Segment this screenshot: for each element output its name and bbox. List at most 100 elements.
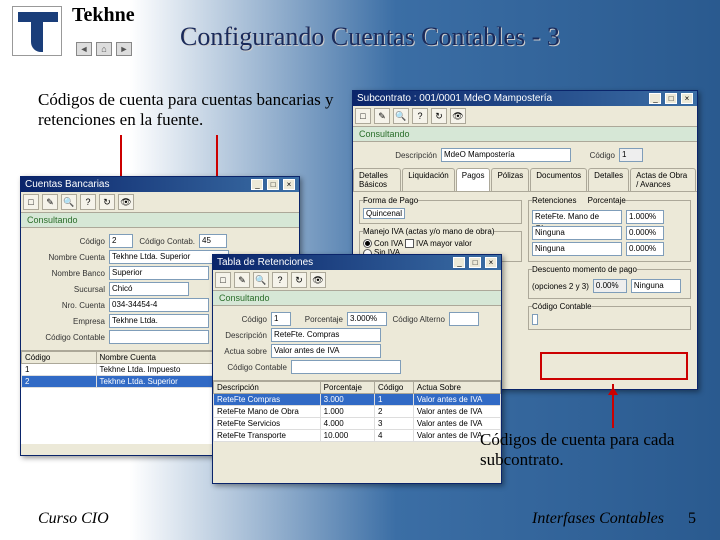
titlebar[interactable]: Subcontrato : 001/0001 MdeO Mampostería … [353,91,697,106]
tool-icon[interactable]: 👁 [118,194,134,210]
tool-icon[interactable]: ✎ [234,272,250,288]
slide-title: Configurando Cuentas Contables - 3 [180,22,560,52]
tab-liquidacion[interactable]: Liquidación [402,168,454,191]
label: Código [27,237,105,246]
company-name: Tekhne [72,4,135,27]
label: Actua sobre [219,347,267,356]
nav-home-icon[interactable]: ⌂ [96,42,112,56]
ret-pct[interactable]: 0.000% [626,226,664,240]
minimize-icon[interactable]: _ [649,93,661,104]
nro-cuenta-field[interactable]: 034-34454-4 [109,298,209,312]
tool-icon[interactable]: ✎ [374,108,390,124]
table-row[interactable]: ReteFte Mano de Obra1.0002Valor antes de… [214,406,501,418]
desc-pct: 0.00% [593,279,627,293]
close-icon[interactable]: × [681,93,693,104]
tool-icon[interactable]: 🔍 [393,108,409,124]
label: Código Contable [27,333,105,342]
tool-icon[interactable]: 🔍 [253,272,269,288]
close-icon[interactable]: × [485,257,497,268]
status-bar: Consultando [353,127,697,142]
porcentaje-field[interactable]: 3.000% [347,312,387,326]
tool-icon[interactable]: □ [23,194,39,210]
tool-icon[interactable]: ? [272,272,288,288]
desc-dropdown[interactable]: Ninguna [631,279,681,293]
titlebar[interactable]: Cuentas Bancarias _ □ × [21,177,299,192]
radio-con-iva[interactable] [363,239,372,248]
ret-pct[interactable]: 1.000% [626,210,664,224]
titlebar[interactable]: Tabla de Retenciones _ □ × [213,255,501,270]
tool-icon[interactable]: 🔍 [61,194,77,210]
actua-field[interactable]: Valor antes de IVA [271,344,381,358]
codigo-field[interactable]: 2 [109,234,133,248]
tab-pagos[interactable]: Pagos [456,168,491,191]
tab-polizas[interactable]: Pólizas [491,168,529,191]
toolbar: □ ✎ 🔍 ? ↻ 👁 [353,106,697,127]
minimize-icon[interactable]: _ [251,179,263,190]
chk-iva-mayor[interactable] [405,239,414,248]
footer-right: Interfases Contables [532,510,664,528]
table-row[interactable]: ReteFte Servicios4.0003Valor antes de IV… [214,418,501,430]
tab-detalles[interactable]: Detalles [588,168,629,191]
maximize-icon[interactable]: □ [665,93,677,104]
tab-detalles-basicos[interactable]: Detalles Básicos [353,168,401,191]
window-title: Tabla de Retenciones [217,257,313,268]
tool-icon[interactable]: ? [412,108,428,124]
tool-icon[interactable]: ↻ [99,194,115,210]
codigo-contable-field[interactable] [109,330,209,344]
col-header[interactable]: Porcentaje [320,382,374,394]
tool-icon[interactable]: ✎ [42,194,58,210]
descripcion-field[interactable]: ReteFte. Compras [271,328,381,342]
nav-next-icon[interactable]: ► [116,42,132,56]
window-title: Subcontrato : 001/0001 MdeO Mampostería [357,93,552,104]
col-header[interactable]: Descripción [214,382,321,394]
tool-icon[interactable]: □ [215,272,231,288]
toolbar: □ ✎ 🔍 ? ↻ 👁 [21,192,299,213]
tool-icon[interactable]: □ [355,108,371,124]
window-title: Cuentas Bancarias [25,179,110,190]
ret-field[interactable]: Ninguna [532,242,622,256]
ret-field[interactable]: Ninguna [532,226,622,240]
forma-pago-field[interactable]: Quincenal [363,208,405,219]
highlight-box [540,352,688,380]
tab-documentos[interactable]: Documentos [530,168,587,191]
col-header[interactable]: Código [22,352,97,364]
tool-icon[interactable]: ? [80,194,96,210]
nombre-banco-field[interactable]: Superior [109,266,209,280]
label: Código Alterno [391,315,445,324]
label: Manejo IVA (actas y/o mano de obra) [363,227,494,236]
codigo-contable-field[interactable] [532,314,538,325]
tool-icon[interactable]: ↻ [291,272,307,288]
retenciones-table[interactable]: Descripción Porcentaje Código Actua Sobr… [213,381,501,442]
label: Nombre Banco [27,269,105,278]
col-header[interactable]: Actua Sobre [413,382,500,394]
codigo-alt-field[interactable] [449,312,479,326]
codigo-contab-field[interactable]: 45 [199,234,227,248]
codigo-field[interactable]: 1 [271,312,291,326]
empresa-field[interactable]: Tekhne Ltda. [109,314,209,328]
label: Descuento momento de pago [532,265,637,274]
minimize-icon[interactable]: _ [453,257,465,268]
toolbar: □ ✎ 🔍 ? ↻ 👁 [213,270,501,291]
tab-actas[interactable]: Actas de Obra / Avances [630,168,696,191]
footer-left: Curso CIO [38,510,109,528]
maximize-icon[interactable]: □ [469,257,481,268]
desc-field[interactable]: MdeO Mampostería [441,148,571,162]
sucursal-field[interactable]: Chicó [109,282,189,296]
label: Código Contable [219,363,287,372]
ret-field[interactable]: ReteFte. Mano de Obra [532,210,622,224]
nav-prev-icon[interactable]: ◄ [76,42,92,56]
codigo-field: 1 [619,148,643,162]
label: Código Contable [532,302,592,311]
tool-icon[interactable]: 👁 [450,108,466,124]
maximize-icon[interactable]: □ [267,179,279,190]
table-row[interactable]: ReteFte Transporte10.0004Valor antes de … [214,430,501,442]
ret-pct[interactable]: 0.000% [626,242,664,256]
tool-icon[interactable]: 👁 [310,272,326,288]
window-buttons: _ □ × [648,93,693,104]
col-header[interactable]: Código [375,382,414,394]
tool-icon[interactable]: ↻ [431,108,447,124]
nombre-cuenta-field[interactable]: Tekhne Ltda. Superior [109,250,229,264]
table-row[interactable]: ReteFte Compras3.0001Valor antes de IVA [214,394,501,406]
codigo-contable-field[interactable] [291,360,401,374]
close-icon[interactable]: × [283,179,295,190]
